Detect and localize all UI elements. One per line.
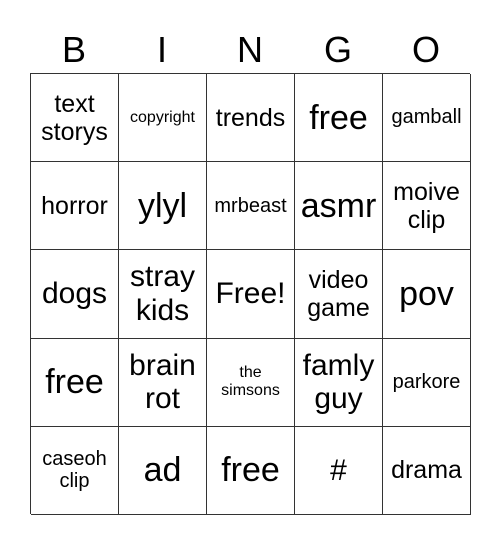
bingo-cell[interactable]: # [295, 426, 383, 515]
bingo-cell[interactable]: video game [295, 250, 383, 339]
bingo-cell[interactable]: Free! [207, 250, 295, 339]
header-letter-b: B [61, 29, 86, 70]
bingo-cell[interactable]: copyright [119, 74, 207, 163]
bingo-cell[interactable]: pov [383, 250, 471, 339]
header-letter-g: G [323, 29, 352, 70]
bingo-cell[interactable]: ylyl [119, 162, 207, 251]
bingo-cell[interactable]: moive clip [383, 162, 471, 251]
bingo-cell[interactable]: the simsons [207, 338, 295, 427]
header-letter-i: I [156, 29, 167, 70]
bingo-cell[interactable]: free [31, 338, 119, 427]
bingo-cell[interactable]: caseoh clip [31, 426, 119, 515]
bingo-cell[interactable]: ad [119, 426, 207, 515]
bingo-cell[interactable]: mrbeast [207, 162, 295, 251]
header-letter-n: N [237, 29, 263, 70]
bingo-cell[interactable]: free [207, 426, 295, 515]
bingo-cell[interactable]: asmr [295, 162, 383, 251]
bingo-cell[interactable]: text storys [31, 74, 119, 163]
bingo-cell[interactable]: famly guy [295, 338, 383, 427]
bingo-cell[interactable]: free [295, 74, 383, 163]
bingo-cell[interactable]: horror [31, 162, 119, 251]
bingo-cell[interactable]: drama [383, 426, 471, 515]
bingo-cell[interactable]: stray kids [119, 250, 207, 339]
bingo-cell[interactable]: brain rot [119, 338, 207, 427]
bingo-cell[interactable]: parkore [383, 338, 471, 427]
bingo-cell[interactable]: trends [207, 74, 295, 163]
header-letter-o: O [411, 29, 440, 70]
bingo-header: B I N G O [30, 28, 470, 72]
bingo-cell[interactable]: dogs [31, 250, 119, 339]
bingo-grid: text storys copyright trends free gamball hor… [30, 73, 471, 515]
bingo-cell[interactable]: gamball [383, 74, 471, 163]
